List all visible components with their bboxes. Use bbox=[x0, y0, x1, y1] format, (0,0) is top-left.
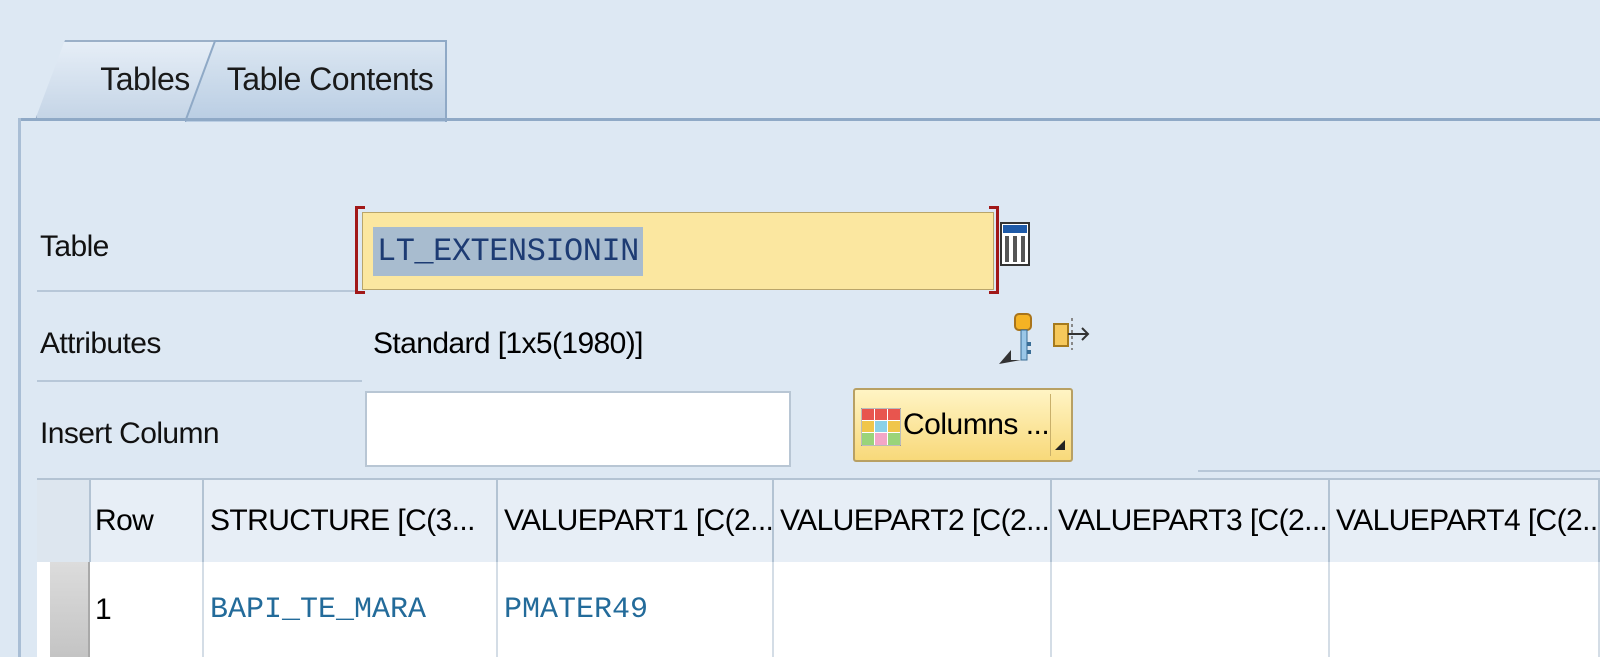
divider bbox=[37, 290, 357, 292]
table-value-help-icon[interactable] bbox=[1000, 222, 1030, 266]
tab-tables-label: Tables bbox=[100, 60, 190, 97]
panel-border bbox=[18, 118, 21, 657]
columns-dropdown-handle[interactable] bbox=[1050, 394, 1069, 456]
table-row[interactable]: 1 BAPI_TE_MARA PMATER49 bbox=[37, 562, 1600, 657]
columns-button[interactable]: Columns ... bbox=[853, 388, 1073, 462]
tab-table-contents[interactable]: Table Contents bbox=[185, 40, 445, 122]
cell-valuepart3[interactable] bbox=[1052, 562, 1330, 657]
cell-structure[interactable]: BAPI_TE_MARA bbox=[204, 562, 498, 657]
column-header-valuepart2[interactable]: VALUEPART2 [C(2... bbox=[774, 480, 1052, 562]
cell-valuepart1[interactable]: PMATER49 bbox=[498, 562, 774, 657]
export-icon[interactable] bbox=[1050, 312, 1092, 356]
attributes-value: Standard [1x5(1980)] bbox=[373, 327, 643, 360]
columns-grid-icon bbox=[861, 408, 901, 446]
column-header-valuepart1[interactable]: VALUEPART1 [C(2... bbox=[498, 480, 774, 562]
insert-column-input[interactable] bbox=[365, 391, 791, 467]
dropdown-corner-icon bbox=[1055, 440, 1065, 450]
table-name-value: LT_EXTENSIONIN bbox=[373, 226, 643, 276]
attributes-label: Attributes bbox=[40, 327, 161, 360]
required-bracket-left bbox=[355, 206, 365, 294]
cell-valuepart2[interactable] bbox=[774, 562, 1052, 657]
tab-table-contents-label: Table Contents bbox=[226, 60, 434, 97]
insert-column-label: Insert Column bbox=[40, 417, 220, 450]
column-header-valuepart3[interactable]: VALUEPART3 [C(2... bbox=[1052, 480, 1330, 562]
column-header-structure[interactable]: STRUCTURE [C(3... bbox=[204, 480, 498, 562]
divider bbox=[37, 380, 362, 382]
row-selector[interactable] bbox=[50, 562, 90, 657]
columns-button-label: Columns ... bbox=[903, 408, 1050, 441]
table-grid: Row STRUCTURE [C(3... VALUEPART1 [C(2...… bbox=[37, 478, 1600, 657]
table-label: Table bbox=[40, 230, 109, 263]
column-header-valuepart4[interactable]: VALUEPART4 [C(2... bbox=[1330, 480, 1600, 562]
divider bbox=[1198, 470, 1600, 472]
tab-strip: Tables Table Contents bbox=[0, 0, 1600, 122]
column-header-row[interactable]: Row bbox=[89, 480, 204, 562]
cell-row[interactable]: 1 bbox=[89, 562, 204, 657]
select-all-cell[interactable] bbox=[37, 480, 91, 562]
key-icon[interactable] bbox=[997, 308, 1037, 368]
cell-valuepart4[interactable] bbox=[1330, 562, 1600, 657]
tab-underline bbox=[18, 118, 1600, 121]
table-name-field[interactable]: LT_EXTENSIONIN bbox=[362, 212, 994, 290]
required-bracket-right bbox=[989, 206, 999, 294]
grid-header: Row STRUCTURE [C(3... VALUEPART1 [C(2...… bbox=[37, 478, 1600, 564]
